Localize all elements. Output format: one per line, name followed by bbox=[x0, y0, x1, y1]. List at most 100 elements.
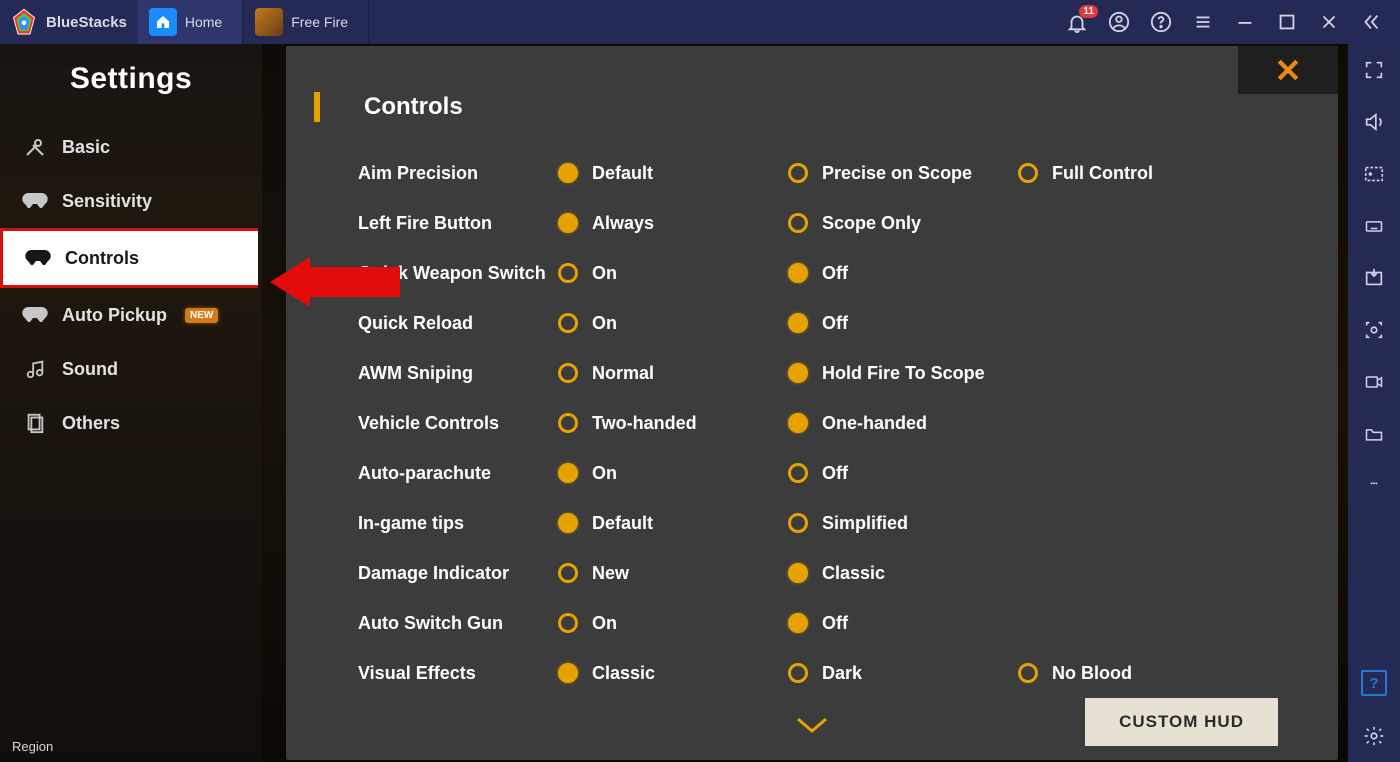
option-on[interactable]: On bbox=[558, 263, 788, 284]
folder-icon[interactable] bbox=[1360, 422, 1388, 446]
radio-icon bbox=[558, 313, 578, 333]
gamepad-icon bbox=[25, 247, 51, 269]
tab-home-label: Home bbox=[185, 14, 222, 30]
free-fire-icon bbox=[255, 8, 283, 36]
close-icon[interactable] bbox=[1318, 11, 1340, 33]
account-icon[interactable] bbox=[1108, 11, 1130, 33]
option-hold-fire-to-scope[interactable]: Hold Fire To Scope bbox=[788, 363, 1018, 384]
option-simplified[interactable]: Simplified bbox=[788, 513, 1018, 534]
document-icon bbox=[22, 412, 48, 434]
notifications-icon[interactable]: 11 bbox=[1066, 11, 1088, 33]
option-new[interactable]: New bbox=[558, 563, 788, 584]
app-body: Settings Basic Sensitivity Controls bbox=[0, 44, 1400, 762]
option-label: Simplified bbox=[822, 513, 908, 534]
option-off[interactable]: Off bbox=[788, 463, 1018, 484]
new-badge: NEW bbox=[185, 308, 218, 323]
minimize-icon[interactable] bbox=[1234, 11, 1256, 33]
settings-row: Auto-parachuteOnOff bbox=[358, 448, 1286, 498]
row-label: Auto Switch Gun bbox=[358, 613, 558, 634]
row-label: Left Fire Button bbox=[358, 213, 558, 234]
tab-home[interactable]: Home bbox=[137, 0, 243, 44]
radio-icon bbox=[788, 413, 808, 433]
more-icon[interactable] bbox=[1360, 474, 1388, 498]
option-dark[interactable]: Dark bbox=[788, 663, 1018, 684]
notification-badge: 11 bbox=[1079, 5, 1098, 18]
option-label: Off bbox=[822, 463, 848, 484]
radio-icon bbox=[558, 263, 578, 283]
option-label: Classic bbox=[592, 663, 655, 684]
scroll-down-icon[interactable] bbox=[792, 713, 832, 742]
sidebar-item-label: Controls bbox=[65, 248, 139, 269]
keyboard-icon[interactable] bbox=[1360, 214, 1388, 238]
radio-icon bbox=[558, 513, 578, 533]
option-precise-on-scope[interactable]: Precise on Scope bbox=[788, 163, 1018, 184]
row-label: Damage Indicator bbox=[358, 563, 558, 584]
help-button[interactable]: ? bbox=[1361, 670, 1387, 696]
option-label: No Blood bbox=[1052, 663, 1132, 684]
radio-icon bbox=[788, 463, 808, 483]
option-full-control[interactable]: Full Control bbox=[1018, 163, 1153, 184]
option-label: Normal bbox=[592, 363, 654, 384]
record-icon[interactable] bbox=[1360, 370, 1388, 394]
settings-row: In-game tipsDefaultSimplified bbox=[358, 498, 1286, 548]
fullscreen-icon[interactable] bbox=[1360, 58, 1388, 82]
option-normal[interactable]: Normal bbox=[558, 363, 788, 384]
titlebar: BlueStacks Home Free Fire 11 bbox=[0, 0, 1400, 44]
option-label: On bbox=[592, 313, 617, 334]
home-icon bbox=[149, 8, 177, 36]
option-off[interactable]: Off bbox=[788, 613, 1018, 634]
maximize-icon[interactable] bbox=[1276, 11, 1298, 33]
row-label: Vehicle Controls bbox=[358, 413, 558, 434]
sidebar-item-auto-pickup[interactable]: Auto Pickup NEW bbox=[0, 288, 262, 342]
option-classic[interactable]: Classic bbox=[558, 663, 788, 684]
sidebar-item-basic[interactable]: Basic bbox=[0, 120, 262, 174]
close-panel-button[interactable] bbox=[1238, 46, 1338, 94]
settings-gear-icon[interactable] bbox=[1360, 724, 1388, 748]
sidebar-item-controls[interactable]: Controls bbox=[0, 228, 258, 288]
option-always[interactable]: Always bbox=[558, 213, 788, 234]
wrench-icon bbox=[22, 136, 48, 158]
settings-row: Vehicle ControlsTwo-handedOne-handed bbox=[358, 398, 1286, 448]
option-off[interactable]: Off bbox=[788, 313, 1018, 334]
radio-icon bbox=[788, 263, 808, 283]
install-apk-icon[interactable] bbox=[1360, 266, 1388, 290]
option-label: Always bbox=[592, 213, 654, 234]
sidebar-item-sound[interactable]: Sound bbox=[0, 342, 262, 396]
volume-icon[interactable] bbox=[1360, 110, 1388, 134]
radio-icon bbox=[558, 663, 578, 683]
radio-icon bbox=[788, 363, 808, 383]
sidebar-item-sensitivity[interactable]: Sensitivity bbox=[0, 174, 262, 228]
region-label[interactable]: Region bbox=[12, 739, 53, 754]
option-one-handed[interactable]: One-handed bbox=[788, 413, 1018, 434]
sidebar-item-label: Others bbox=[62, 413, 120, 434]
sidebar-item-label: Sound bbox=[62, 359, 118, 380]
option-on[interactable]: On bbox=[558, 613, 788, 634]
settings-title: Settings bbox=[0, 44, 262, 120]
option-default[interactable]: Default bbox=[558, 163, 788, 184]
option-no-blood[interactable]: No Blood bbox=[1018, 663, 1132, 684]
panel-accent-bar bbox=[314, 92, 320, 122]
tab-free-fire[interactable]: Free Fire bbox=[243, 0, 369, 44]
right-toolbar: ? bbox=[1348, 44, 1400, 762]
option-on[interactable]: On bbox=[558, 313, 788, 334]
option-classic[interactable]: Classic bbox=[788, 563, 1018, 584]
option-label: Default bbox=[592, 513, 653, 534]
radio-icon bbox=[558, 613, 578, 633]
settings-row: Aim PrecisionDefaultPrecise on ScopeFull… bbox=[358, 148, 1286, 198]
help-icon[interactable] bbox=[1150, 11, 1172, 33]
option-two-handed[interactable]: Two-handed bbox=[558, 413, 788, 434]
settings-row: Auto Switch GunOnOff bbox=[358, 598, 1286, 648]
option-on[interactable]: On bbox=[558, 463, 788, 484]
screenshot-icon[interactable] bbox=[1360, 318, 1388, 342]
keymap-icon[interactable] bbox=[1360, 162, 1388, 186]
option-scope-only[interactable]: Scope Only bbox=[788, 213, 1018, 234]
option-label: Scope Only bbox=[822, 213, 921, 234]
collapse-sidebar-icon[interactable] bbox=[1360, 11, 1382, 33]
menu-icon[interactable] bbox=[1192, 11, 1214, 33]
option-label: On bbox=[592, 263, 617, 284]
radio-icon bbox=[558, 413, 578, 433]
custom-hud-button[interactable]: CUSTOM HUD bbox=[1085, 698, 1278, 746]
sidebar-item-others[interactable]: Others bbox=[0, 396, 262, 450]
option-default[interactable]: Default bbox=[558, 513, 788, 534]
option-off[interactable]: Off bbox=[788, 263, 1018, 284]
